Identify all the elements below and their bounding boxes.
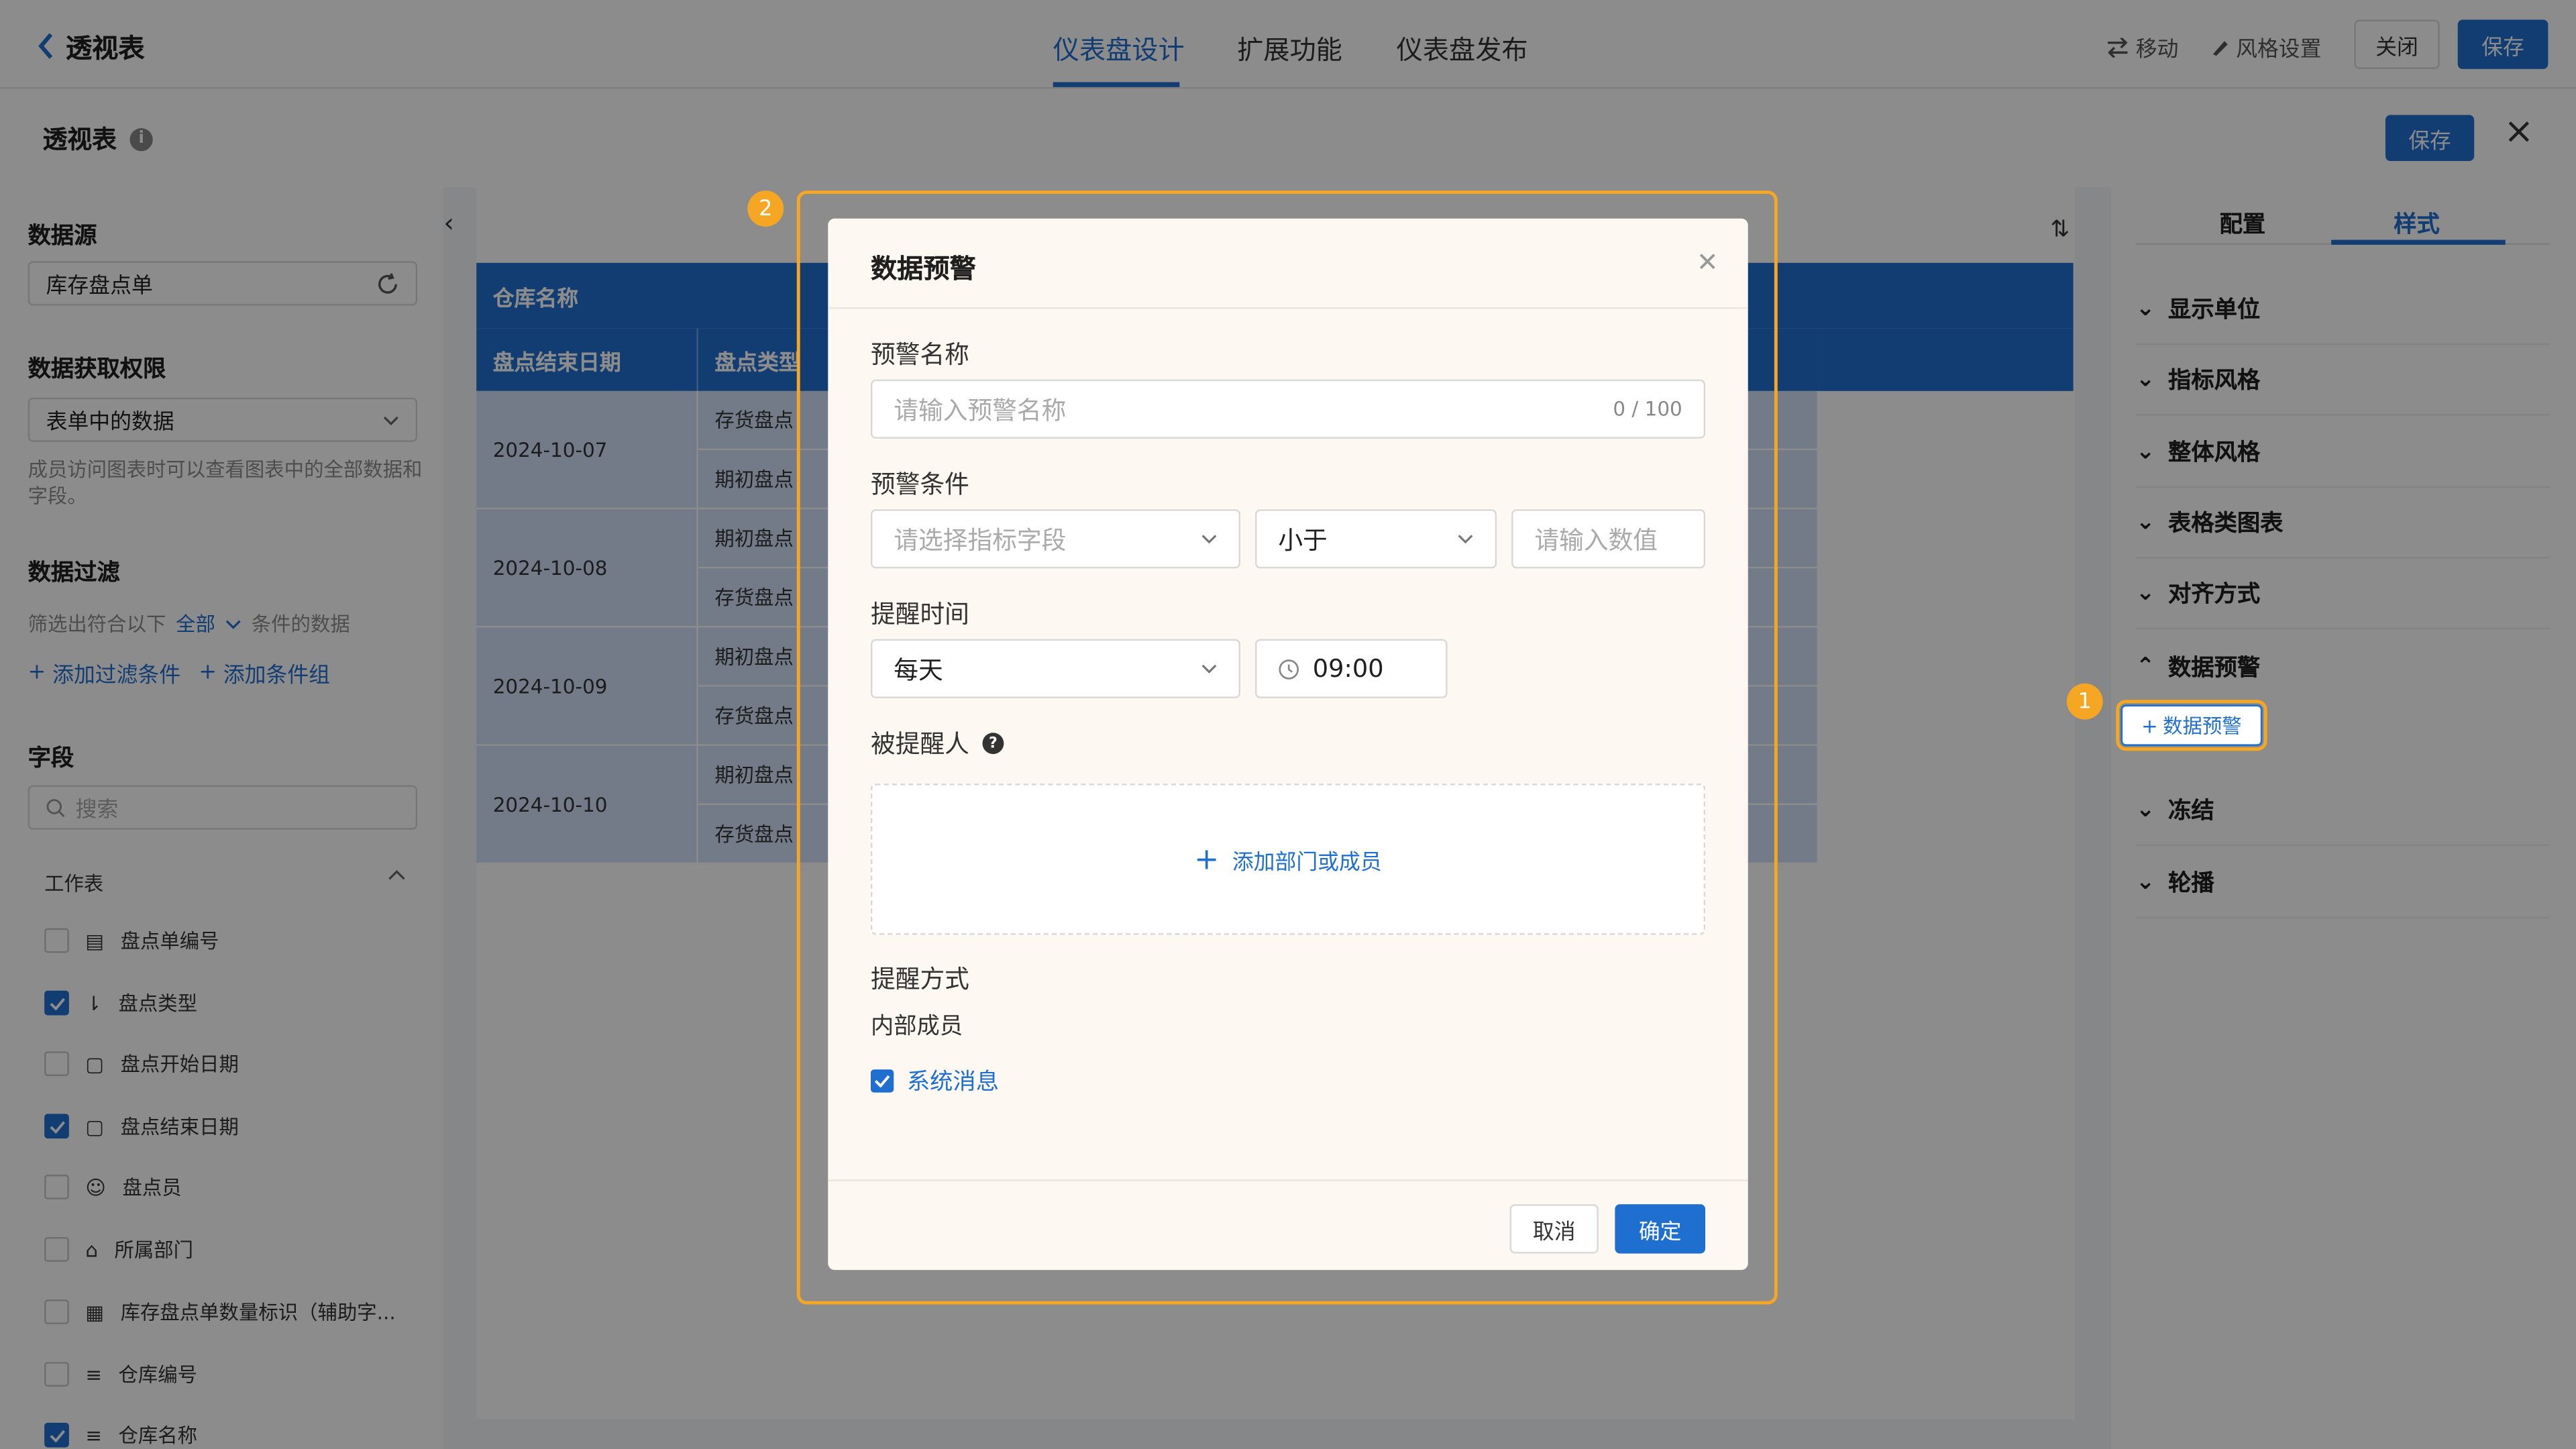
remind-time-label: 提醒时间 — [870, 599, 969, 629]
plus-icon: + — [2141, 714, 2158, 737]
alert-name-label: 预警名称 — [870, 339, 969, 370]
step-badge-1: 1 — [2066, 683, 2103, 720]
dialog-title: 数据预警 — [870, 253, 976, 284]
add-member-label: 添加部门或成员 — [1232, 850, 1382, 875]
threshold-input[interactable]: 请输入数值 — [1511, 509, 1706, 569]
add-data-alert-button-highlighted[interactable]: + 数据预警 — [2121, 704, 2263, 746]
plus-icon: + — [1194, 842, 1220, 877]
step-badge-2: 2 — [747, 191, 784, 227]
operator-value: 小于 — [1278, 525, 1328, 555]
data-alert-dialog: 数据预警 ✕ 预警名称 请输入预警名称 0 / 100 预警条件 请选择指标字段… — [828, 218, 1748, 1271]
confirm-button[interactable]: 确定 — [1615, 1204, 1706, 1254]
metric-field-placeholder: 请选择指标字段 — [894, 525, 1067, 555]
frequency-value: 每天 — [894, 654, 943, 685]
alert-name-counter: 0 / 100 — [1613, 397, 1682, 421]
dialog-title-divider — [828, 307, 1748, 309]
internal-members-label: 内部成员 — [870, 1014, 963, 1040]
recipient-label: 被提醒人 — [870, 729, 969, 759]
alert-name-placeholder: 请输入预警名称 — [894, 394, 1067, 425]
system-message-checkbox[interactable] — [870, 1069, 894, 1093]
dialog-footer-divider — [828, 1179, 1748, 1181]
chevron-down-icon — [1201, 663, 1217, 674]
close-icon[interactable]: ✕ — [1697, 246, 1719, 278]
frequency-select[interactable]: 每天 — [870, 639, 1240, 698]
operator-select[interactable]: 小于 — [1255, 509, 1497, 569]
add-member-area[interactable]: + 添加部门或成员 — [870, 784, 1706, 935]
metric-field-select[interactable]: 请选择指标字段 — [870, 509, 1240, 569]
chevron-down-icon — [1201, 534, 1217, 544]
threshold-placeholder: 请输入数值 — [1534, 525, 1658, 555]
alert-name-input[interactable]: 请输入预警名称 0 / 100 — [870, 379, 1706, 439]
cancel-button[interactable]: 取消 — [1509, 1204, 1599, 1254]
clock-icon — [1278, 658, 1299, 680]
time-picker[interactable]: 09:00 — [1255, 639, 1448, 698]
chevron-down-icon — [1457, 534, 1473, 544]
remind-method-label: 提醒方式 — [870, 964, 969, 994]
alert-condition-label: 预警条件 — [870, 470, 969, 500]
system-message-label: 系统消息 — [906, 1069, 999, 1096]
system-message-option[interactable]: 系统消息 — [870, 1065, 999, 1097]
help-icon[interactable]: ? — [982, 733, 1004, 755]
recipient-label-row: 被提醒人 ? — [871, 726, 1004, 760]
add-data-alert-label: 数据预警 — [2163, 714, 2242, 738]
time-value: 09:00 — [1312, 653, 1384, 684]
